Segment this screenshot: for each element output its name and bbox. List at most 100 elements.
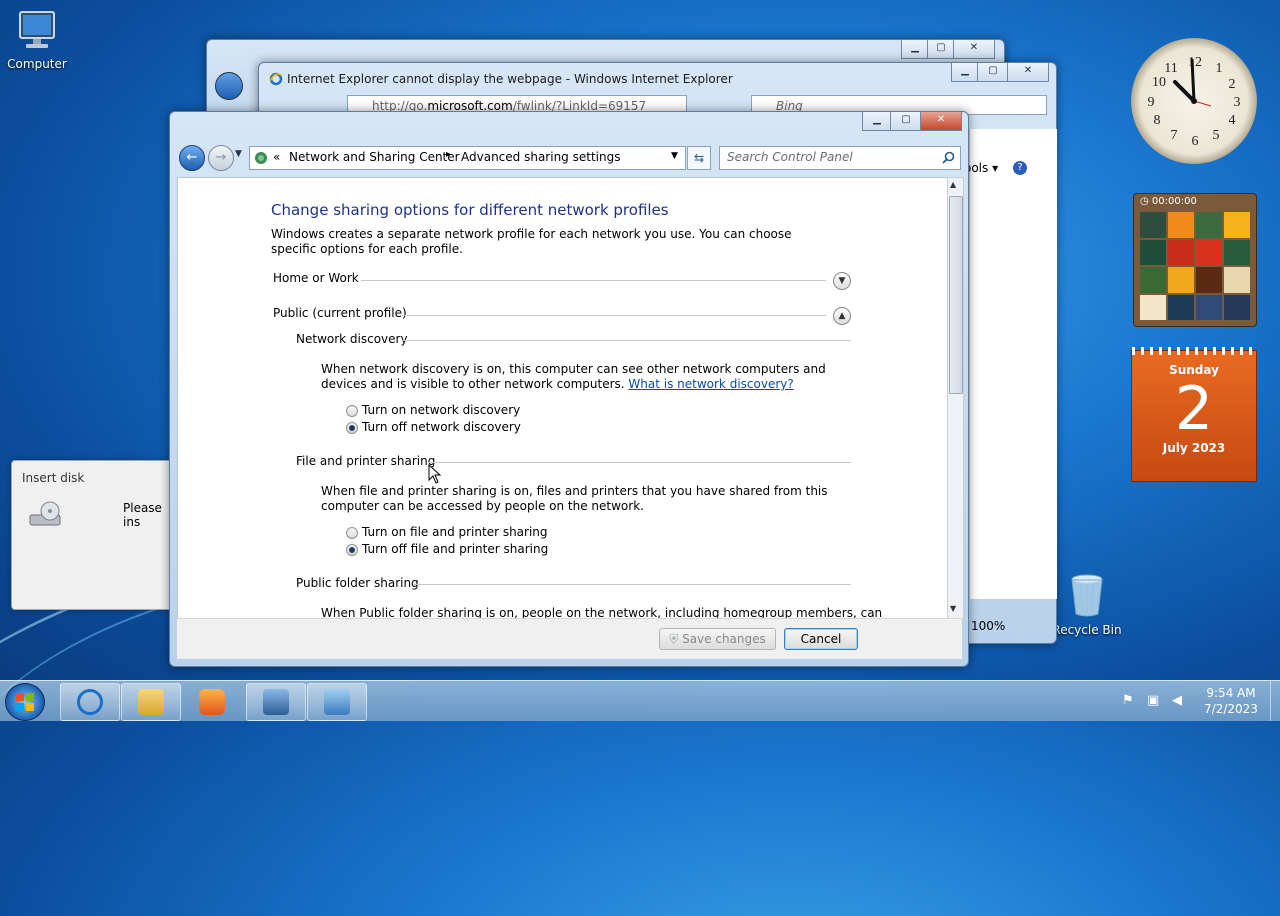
back-arrow-icon: ← [186, 150, 198, 165]
window-title: Internet Explorer cannot display the web… [287, 72, 733, 86]
back-button[interactable]: ← [179, 145, 205, 171]
maximize-button[interactable]: ▢ [890, 112, 922, 131]
svg-text:7: 7 [1171, 128, 1178, 143]
vertical-scrollbar[interactable]: ▲ ▼ [947, 177, 964, 619]
show-desktop-button[interactable] [1270, 681, 1280, 721]
network-status-icon[interactable]: ▣ [1147, 693, 1159, 708]
clock-date: 7/2/2023 [1204, 702, 1258, 716]
refresh-button[interactable]: ⇆ [687, 146, 711, 170]
maximize-button[interactable]: ▢ [977, 63, 1009, 82]
section-file-printer-sharing: File and printer sharing [296, 454, 436, 468]
puzzle-grid[interactable] [1140, 212, 1250, 320]
disk-drive-icon [29, 501, 61, 526]
breadcrumb-network-sharing-center[interactable]: Network and Sharing Center [289, 150, 460, 164]
divider [361, 280, 826, 281]
system-clock[interactable]: 9:54 AM 7/2/2023 [1196, 685, 1266, 717]
radio-network-discovery-on[interactable] [346, 405, 358, 417]
close-button[interactable]: ✕ [1007, 63, 1049, 82]
page-area [969, 129, 1057, 599]
divider [428, 462, 851, 463]
network-discovery-description: When network discovery is on, this compu… [321, 362, 851, 392]
radio-label[interactable]: Turn on file and printer sharing [362, 525, 548, 539]
close-button[interactable]: ✕ [920, 112, 962, 131]
cancel-button[interactable]: Cancel [784, 628, 858, 650]
calendar-rings [1132, 347, 1256, 355]
close-button[interactable]: ✕ [953, 40, 995, 59]
scrollbar-thumb[interactable] [949, 196, 963, 394]
section-public-folder-sharing: Public folder sharing [296, 576, 419, 590]
taskbar-control-panel[interactable] [307, 683, 367, 721]
dialog-footer: ⛨ Save changes Cancel [177, 618, 962, 659]
dialog-title: Insert disk [22, 471, 85, 485]
puzzle-timer-value: 00:00:00 [1151, 196, 1197, 207]
start-button[interactable] [5, 683, 45, 721]
volume-muted-icon[interactable]: ◀ [1172, 693, 1182, 708]
taskbar-explorer[interactable] [121, 683, 181, 721]
forward-button[interactable]: → [208, 145, 234, 171]
svg-text:9: 9 [1148, 95, 1155, 110]
radio-network-discovery-off[interactable] [346, 422, 358, 434]
desktop-icon-recycle-bin[interactable]: Recycle Bin [1052, 572, 1122, 637]
radio-label[interactable]: Turn off network discovery [362, 420, 521, 434]
chevron-up-icon[interactable]: ▲ [833, 307, 851, 325]
action-center-icon[interactable]: ⚑ [1122, 693, 1134, 708]
svg-text:4: 4 [1229, 113, 1236, 128]
timer-icon: ◷ [1140, 196, 1149, 207]
desktop-icon-computer[interactable]: Computer [4, 8, 70, 71]
maximize-button[interactable]: ▢ [927, 40, 955, 59]
section-network-discovery: Network discovery [296, 332, 408, 346]
taskbar-internet-explorer[interactable] [60, 683, 120, 721]
file-printer-sharing-description: When file and printer sharing is on, fil… [321, 484, 828, 513]
svg-text:8: 8 [1154, 113, 1161, 128]
internet-explorer-icon [77, 689, 103, 715]
taskbar-media-player[interactable] [182, 683, 242, 721]
intro-text: Windows creates a separate network profi… [271, 227, 792, 256]
address-dropdown-icon[interactable]: ▼ [671, 151, 678, 161]
control-panel-window[interactable]: ▁ ▢ ✕ ← → ▼ « Network and Sharing Center… [169, 111, 969, 667]
radio-label[interactable]: Turn on network discovery [362, 403, 520, 417]
taskbar-network[interactable] [246, 683, 306, 721]
svg-text:11: 11 [1164, 61, 1177, 76]
divider [402, 315, 826, 316]
divider [414, 584, 851, 585]
search-input[interactable]: Search Control Panel [719, 146, 961, 170]
page-title: Change sharing options for different net… [271, 201, 669, 219]
network-discovery-help-link[interactable]: What is network discovery? [628, 377, 793, 391]
picture-puzzle-gadget[interactable]: ◷ 00:00:00 [1133, 193, 1257, 327]
profile-public[interactable]: Public (current profile) [273, 306, 407, 320]
tools-menu[interactable]: ools ▾ [964, 161, 998, 175]
zoom-level[interactable]: 100% [971, 619, 1005, 633]
back-arrow-icon[interactable] [215, 72, 243, 100]
help-icon[interactable]: ? [1013, 161, 1027, 175]
refresh-icon: ⇆ [693, 151, 705, 165]
radio-label[interactable]: Turn off file and printer sharing [362, 542, 548, 556]
dialog-message: Please ins [123, 501, 162, 529]
scroll-down-icon[interactable]: ▼ [950, 604, 956, 613]
profile-home-or-work[interactable]: Home or Work [273, 271, 359, 285]
internet-explorer-icon [269, 72, 283, 86]
clock-gadget[interactable]: 123 456 789 10 11 12 [1131, 38, 1257, 164]
puzzle-timer: ◷ 00:00:00 [1140, 196, 1197, 207]
minimize-button[interactable]: ▁ [951, 63, 979, 82]
minimize-button[interactable]: ▁ [862, 112, 892, 131]
minimize-button[interactable]: ▁ [901, 40, 929, 59]
windows-logo-icon [16, 693, 34, 711]
svg-text:10: 10 [1152, 75, 1166, 90]
insert-disk-dialog[interactable]: Insert disk Please ins [11, 460, 173, 610]
breadcrumb-advanced-sharing-settings[interactable]: Advanced sharing settings [461, 150, 620, 164]
scroll-up-icon[interactable]: ▲ [950, 180, 956, 189]
recent-pages-dropdown[interactable]: ▼ [235, 149, 242, 159]
chevron-down-icon[interactable]: ▼ [833, 272, 851, 290]
mouse-cursor-icon [428, 464, 442, 484]
radio-file-sharing-on[interactable] [346, 527, 358, 539]
search-icon[interactable] [942, 151, 955, 164]
radio-file-sharing-off[interactable] [346, 544, 358, 556]
breadcrumb-prefix[interactable]: « [273, 150, 280, 164]
address-bar[interactable]: « Network and Sharing Center ▸ Advanced … [249, 146, 686, 170]
control-panel-icon [324, 689, 350, 715]
calendar-day: 2 [1174, 374, 1214, 444]
desktop-icon-label: Recycle Bin [1052, 623, 1122, 637]
calendar-gadget[interactable]: Sunday 2 July 2023 [1131, 347, 1257, 482]
svg-text:5: 5 [1213, 128, 1220, 143]
save-changes-button[interactable]: ⛨ Save changes [659, 628, 776, 650]
